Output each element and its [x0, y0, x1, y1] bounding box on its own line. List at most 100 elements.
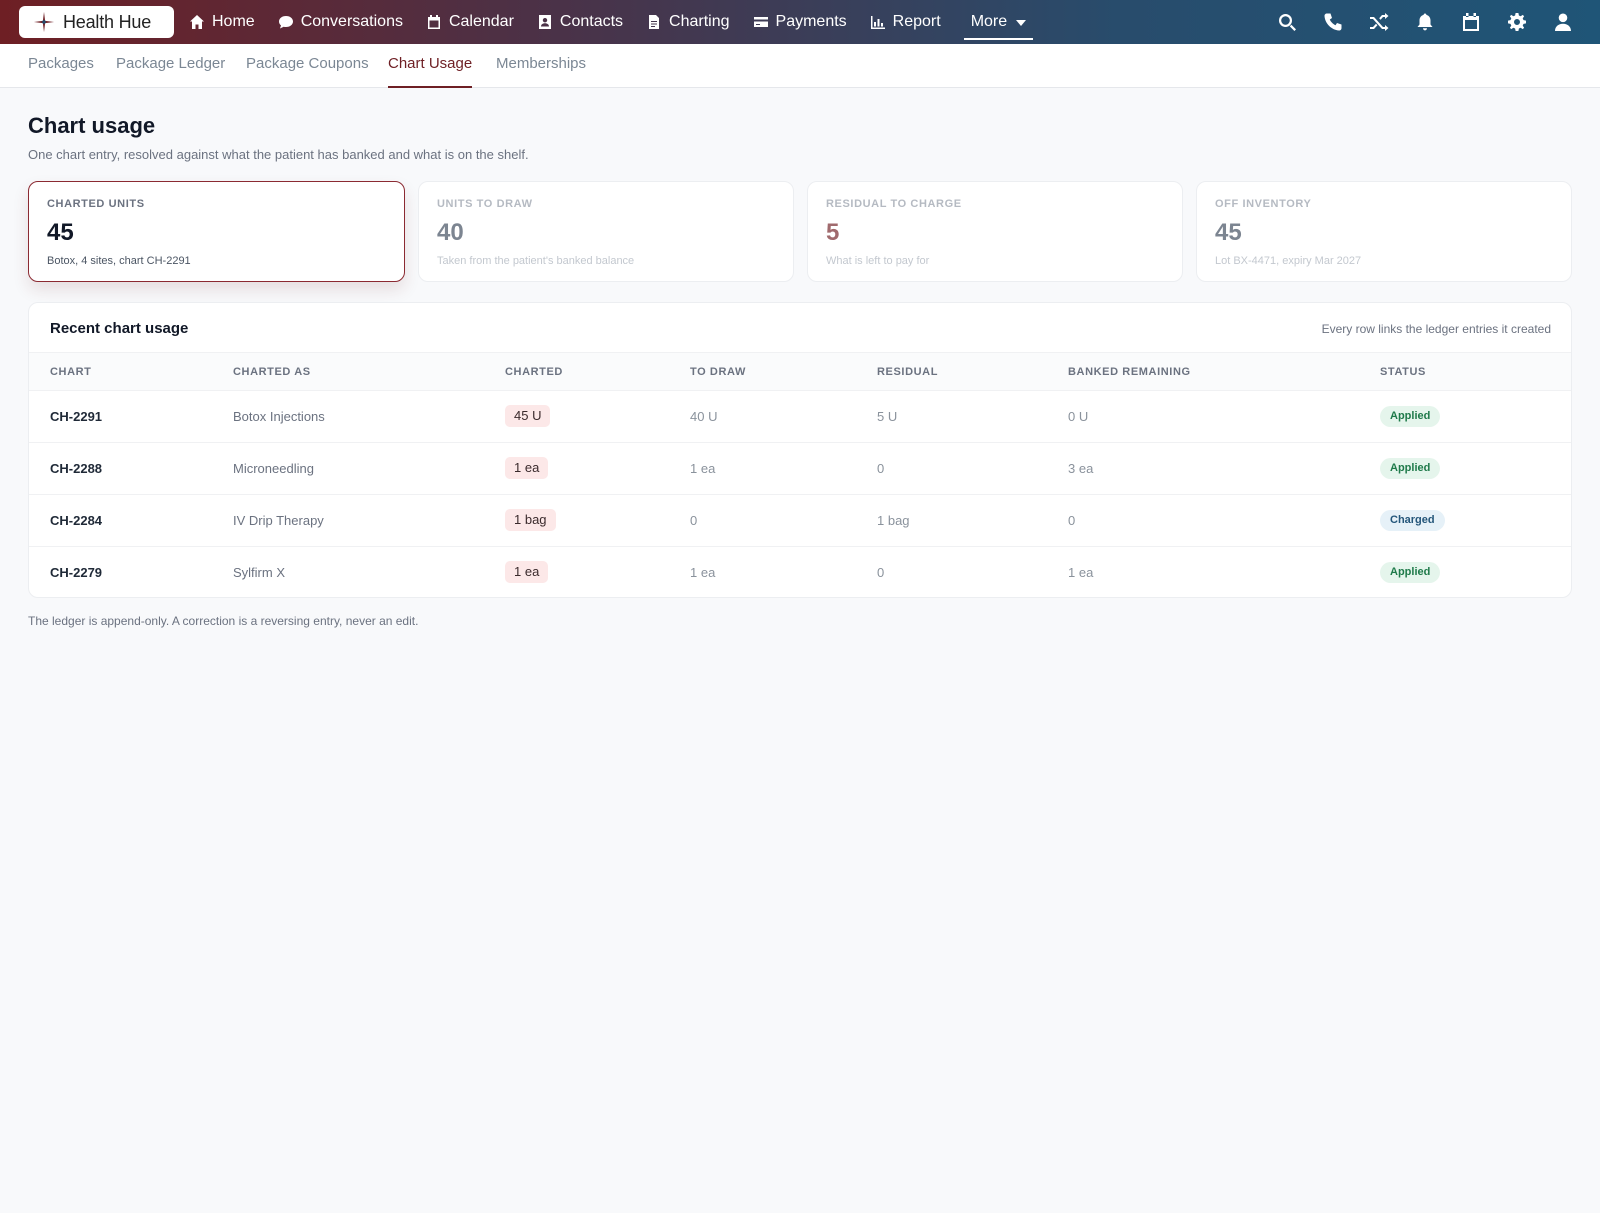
- status-badge: Applied: [1380, 406, 1441, 427]
- charted-as: Botox Injections: [233, 409, 325, 424]
- stat-card-off-inventory[interactable]: OFF INVENTORY 45 Lot BX-4471, expiry Mar…: [1196, 181, 1572, 282]
- nav-report-label: Report: [892, 13, 941, 30]
- nav-more-label: More: [970, 13, 1008, 30]
- page-subtitle: One chart entry, resolved against what t…: [28, 147, 529, 162]
- stat-card-note: What is left to pay for: [826, 255, 930, 267]
- column-header-charted: CHARTED: [505, 366, 563, 378]
- chart-id[interactable]: CH-2284: [50, 513, 102, 528]
- charted-amount-badge: 45 U: [505, 405, 551, 427]
- chevron-down-icon: [1016, 20, 1027, 26]
- banked-remaining: 1 ea: [1068, 565, 1094, 580]
- nav-home[interactable]: Home: [189, 0, 255, 44]
- column-header-residual: RESIDUAL: [877, 366, 939, 378]
- tab-chart-usage[interactable]: Chart Usage: [388, 44, 473, 88]
- to-draw: 40 U: [690, 409, 718, 424]
- search-icon: [1279, 14, 1296, 31]
- residual: 0: [877, 461, 885, 476]
- residual: 5 U: [877, 409, 898, 424]
- table-row[interactable]: CH-2284 IV Drip Therapy 1 bag 0 1 bag 0 …: [29, 495, 1571, 547]
- table-header: CHART CHARTED AS CHARTED TO DRAW RESIDUA…: [29, 353, 1571, 391]
- table-row[interactable]: CH-2288 Microneedling 1 ea 1 ea 0 3 ea A…: [29, 443, 1571, 495]
- column-header-to-draw: TO DRAW: [690, 366, 746, 378]
- status-badge: Charged: [1380, 510, 1445, 531]
- main-nav: Home Conversations Calendar Contacts Cha…: [189, 0, 1056, 44]
- settings-button[interactable]: [1494, 0, 1540, 44]
- chart-id[interactable]: CH-2288: [50, 461, 102, 476]
- panel-title: Recent chart usage: [50, 320, 189, 337]
- contacts-icon: [538, 15, 551, 29]
- stat-card-label: RESIDUAL TO CHARGE: [826, 198, 962, 210]
- stat-card-label: UNITS TO DRAW: [437, 198, 533, 210]
- user-icon: [1555, 13, 1571, 31]
- nav-contacts[interactable]: Contacts: [537, 0, 623, 44]
- table-row[interactable]: CH-2291 Botox Injections 45 U 40 U 5 U 0…: [29, 391, 1571, 443]
- phone-icon: [1324, 13, 1342, 31]
- panel-header: Recent chart usage Every row links the l…: [29, 303, 1571, 353]
- calendar-icon: [427, 15, 440, 29]
- search-button[interactable]: [1264, 0, 1310, 44]
- nav-calendar-label: Calendar: [448, 13, 514, 30]
- column-header-chart: CHART: [50, 366, 92, 378]
- charted-as: Sylfirm X: [233, 565, 285, 580]
- column-header-status: STATUS: [1380, 366, 1426, 378]
- card-icon: [753, 17, 768, 27]
- sub-navigation-tabs: Packages Package Ledger Package Coupons …: [0, 44, 1600, 88]
- stat-card-note: Taken from the patient's banked balance: [437, 255, 635, 267]
- page-title: Chart usage: [28, 113, 156, 138]
- gear-icon: [1508, 13, 1526, 31]
- banked-remaining: 0 U: [1068, 409, 1089, 424]
- nav-payments-label: Payments: [775, 13, 847, 30]
- profile-button[interactable]: [1540, 0, 1586, 44]
- status-badge: Applied: [1380, 458, 1441, 479]
- logo-icon: [33, 11, 55, 33]
- charted-amount-badge: 1 ea: [505, 561, 549, 583]
- residual: 0: [877, 565, 885, 580]
- shuffle-button[interactable]: [1356, 0, 1402, 44]
- stat-card-note: Botox, 4 sites, chart CH-2291: [47, 255, 191, 267]
- bar-chart-icon: [870, 16, 885, 29]
- stat-card-value: 45: [1215, 219, 1242, 246]
- home-icon: [190, 15, 204, 29]
- status-badge: Applied: [1380, 562, 1441, 583]
- app-name: Health Hue: [63, 11, 152, 32]
- tab-packages[interactable]: Packages: [28, 44, 94, 88]
- phone-button[interactable]: [1310, 0, 1356, 44]
- nav-calendar[interactable]: Calendar: [426, 0, 514, 44]
- nav-more-dropdown[interactable]: More: [963, 0, 1034, 44]
- to-draw: 1 ea: [690, 565, 716, 580]
- tab-package-coupons[interactable]: Package Coupons: [246, 44, 369, 88]
- stat-card-note: Lot BX-4471, expiry Mar 2027: [1215, 255, 1362, 267]
- tab-package-ledger[interactable]: Package Ledger: [116, 44, 225, 88]
- stat-card-residual-to-charge[interactable]: RESIDUAL TO CHARGE 5 What is left to pay…: [807, 181, 1183, 282]
- table-row[interactable]: CH-2279 Sylfirm X 1 ea 1 ea 0 1 ea Appli…: [29, 547, 1571, 597]
- banked-remaining: 3 ea: [1068, 461, 1094, 476]
- shuffle-icon: [1370, 13, 1389, 31]
- charted-as: Microneedling: [233, 461, 314, 476]
- residual: 1 bag: [877, 513, 910, 528]
- charted-amount-badge: 1 bag: [505, 509, 556, 531]
- chart-id[interactable]: CH-2291: [50, 409, 102, 424]
- nav-report[interactable]: Report: [870, 0, 941, 44]
- stat-card-value: 40: [437, 219, 464, 246]
- chart-id[interactable]: CH-2279: [50, 565, 102, 580]
- ledger-footnote: The ledger is append-only. A correction …: [28, 614, 419, 628]
- charted-amount-badge: 1 ea: [505, 457, 549, 479]
- to-draw: 0: [690, 513, 698, 528]
- app-logo[interactable]: Health Hue: [19, 6, 174, 38]
- stat-card-charted-units[interactable]: CHARTED UNITS 45 Botox, 4 sites, chart C…: [28, 181, 405, 282]
- nav-contacts-label: Contacts: [559, 13, 624, 30]
- charted-as: IV Drip Therapy: [233, 513, 324, 528]
- nav-conversations-label: Conversations: [300, 13, 403, 30]
- stat-card-label: CHARTED UNITS: [47, 198, 145, 210]
- column-header-banked-remaining: BANKED REMAINING: [1068, 366, 1191, 378]
- stat-card-units-to-draw[interactable]: UNITS TO DRAW 40 Taken from the patient'…: [418, 181, 794, 282]
- chat-icon: [278, 16, 293, 29]
- notifications-button[interactable]: [1402, 0, 1448, 44]
- recent-chart-usage-panel: Recent chart usage Every row links the l…: [28, 302, 1572, 598]
- calendar-button[interactable]: [1448, 0, 1494, 44]
- nav-charting[interactable]: Charting: [646, 0, 730, 44]
- nav-payments[interactable]: Payments: [753, 0, 847, 44]
- tab-memberships[interactable]: Memberships: [496, 44, 586, 88]
- panel-note: Every row links the ledger entries it cr…: [1321, 322, 1551, 336]
- nav-conversations[interactable]: Conversations: [278, 0, 403, 44]
